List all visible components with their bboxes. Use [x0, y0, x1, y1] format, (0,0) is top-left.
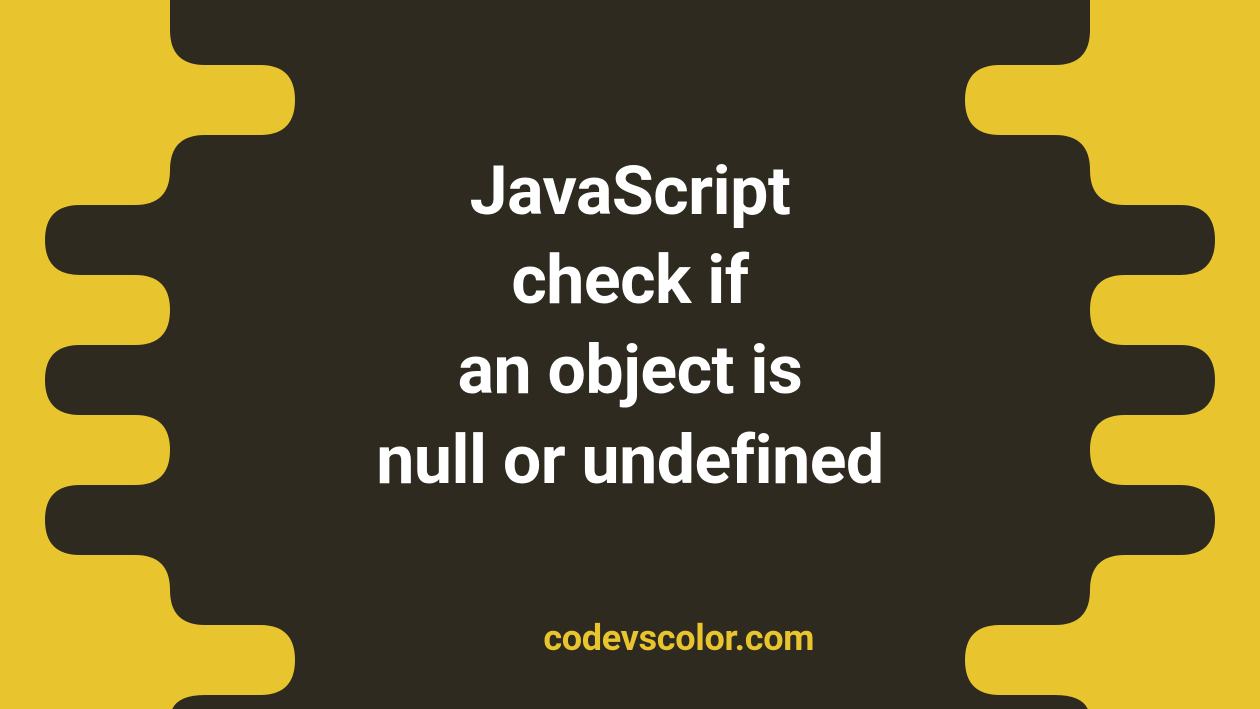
title-line-3: an object is [0, 326, 1260, 416]
title-container: JavaScript check if an object is null or… [0, 146, 1260, 505]
title-line-2: check if [0, 236, 1260, 326]
title-line-1: JavaScript [0, 146, 1260, 236]
site-watermark: codevscolor.com [543, 617, 814, 659]
title-line-4: null or undefined [0, 416, 1260, 506]
